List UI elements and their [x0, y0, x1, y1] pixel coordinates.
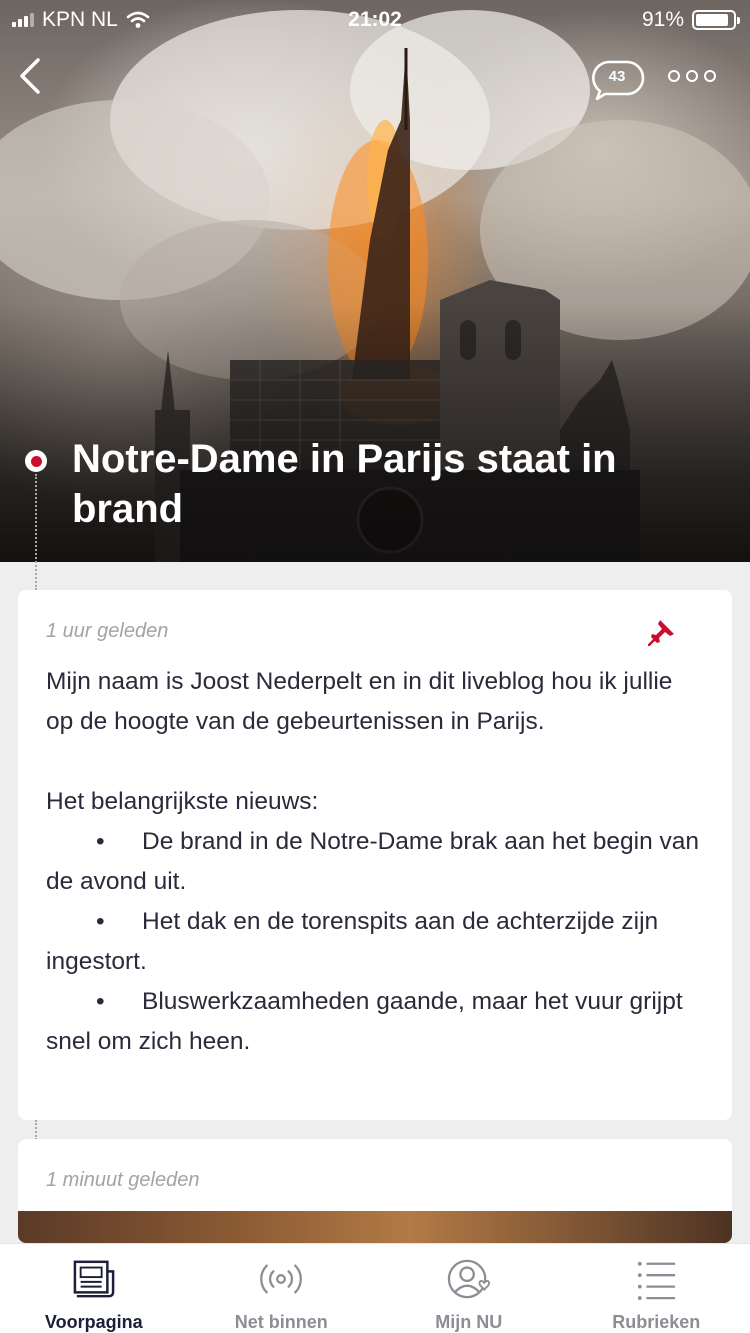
tab-label: Rubrieken: [612, 1312, 701, 1332]
status-time: 21:02: [348, 8, 402, 31]
broadcast-icon: [260, 1264, 303, 1294]
chevron-left-icon: [20, 58, 40, 94]
timeline-line: [35, 474, 37, 590]
tab-bar: Voorpagina Net binnen Mijn NU Rubrieken: [0, 1243, 750, 1333]
more-button[interactable]: [668, 64, 716, 88]
liveblog-post: 1 minuut geleden: [18, 1139, 732, 1243]
timeline-line: [35, 1120, 37, 1140]
post-heading: Het belangrijkste nieuws:: [46, 788, 319, 815]
profile-heart-icon: [447, 1259, 490, 1299]
tab-voorpagina[interactable]: Voorpagina: [0, 1244, 188, 1333]
post-body: Mijn naam is Joost Nederpelt en in dit l…: [46, 662, 706, 1062]
tab-net-binnen[interactable]: Net binnen: [188, 1244, 376, 1333]
comment-count: 43: [608, 68, 626, 85]
bullet-item: • Het dak en de torenspits aan de achterz…: [46, 908, 659, 975]
battery-icon: [692, 10, 740, 30]
status-bar: KPN NL 21:02 91%: [0, 0, 750, 40]
post-time: 1 uur geleden: [46, 620, 169, 642]
tab-mijn-nu[interactable]: Mijn NU: [375, 1244, 563, 1333]
pin-icon: [648, 620, 674, 646]
comments-button[interactable]: 43: [591, 60, 645, 100]
more-dots-icon: [668, 70, 680, 82]
post-time: 1 minuut geleden: [46, 1169, 200, 1191]
live-indicator: [25, 450, 47, 472]
post-image[interactable]: [18, 1211, 732, 1243]
newspaper-icon: [73, 1260, 115, 1298]
tab-label: Net binnen: [234, 1312, 328, 1332]
back-button[interactable]: [14, 56, 54, 96]
bullet-item: • De brand in de Notre-Dame brak aan het …: [46, 828, 700, 895]
battery-percentage: 91%: [641, 8, 684, 31]
tab-label: Mijn NU: [435, 1312, 503, 1332]
list-icon: [638, 1261, 676, 1300]
post-intro: Mijn naam is Joost Nederpelt en in dit l…: [46, 668, 673, 735]
liveblog-post: 1 uur geleden Mijn naam is Joost Nederpe…: [18, 590, 732, 1120]
tab-label: Voorpagina: [44, 1312, 143, 1332]
tab-rubrieken[interactable]: Rubrieken: [563, 1244, 750, 1333]
bullet-item: • Bluswerkzaamheden gaande, maar het vuur…: [46, 988, 683, 1055]
article-title: Notre-Dame in Parijs staat in brand: [72, 437, 617, 531]
